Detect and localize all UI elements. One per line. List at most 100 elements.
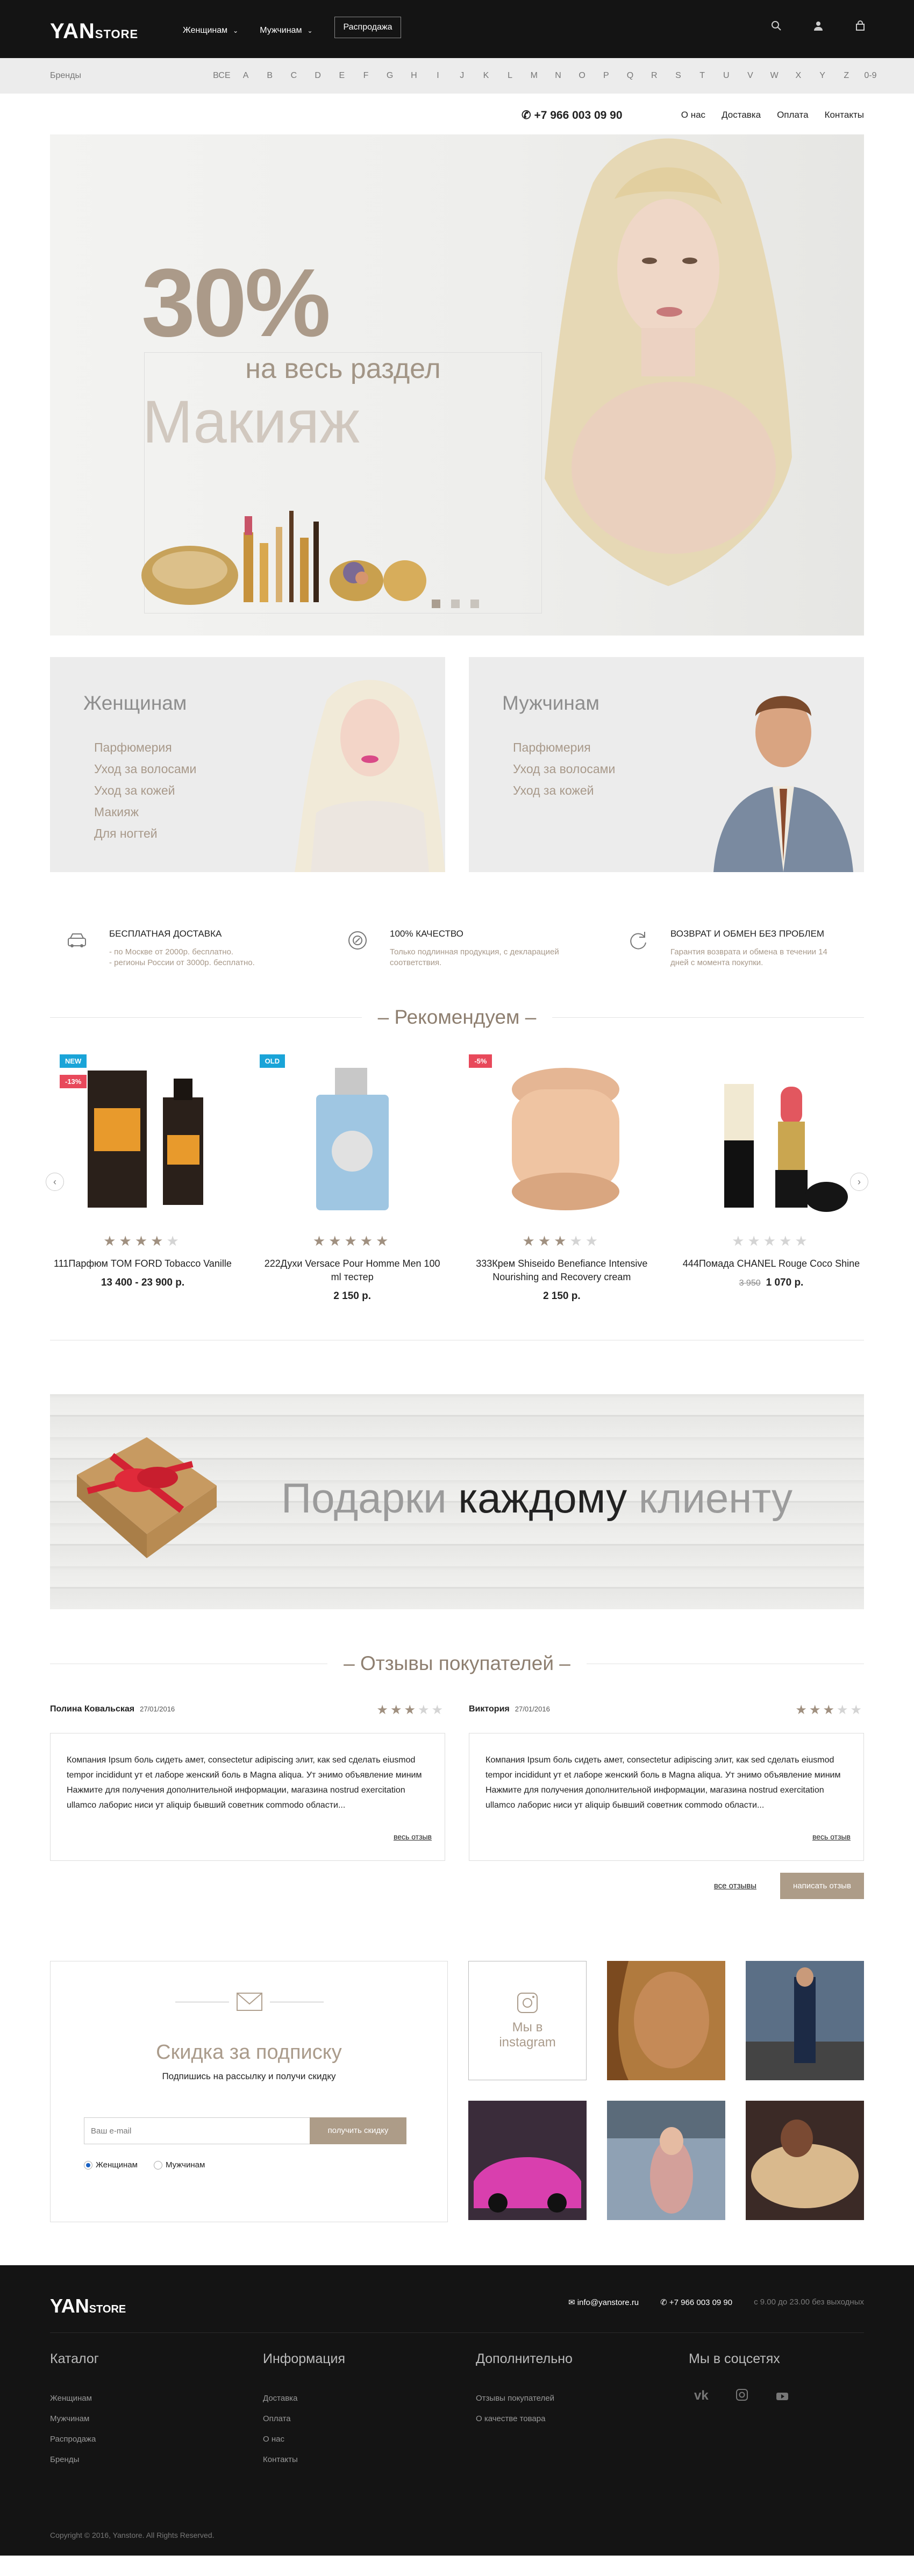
link-payment[interactable]: Оплата: [777, 110, 808, 120]
brand-letter[interactable]: V: [738, 71, 762, 81]
brand-letter[interactable]: D: [306, 71, 330, 81]
footer-link[interactable]: Бренды: [50, 2450, 263, 2470]
brand-letter[interactable]: R: [642, 71, 666, 81]
full-review-link[interactable]: весь отзыв: [812, 1829, 851, 1844]
gift-banner[interactable]: Подарки каждому клиенту: [50, 1394, 864, 1609]
brand-letter[interactable]: P: [594, 71, 618, 81]
all-reviews-link[interactable]: все отзывы: [714, 1881, 756, 1890]
footer-link[interactable]: Оплата: [263, 2409, 476, 2429]
category-men[interactable]: Мужчинам Парфюмерия Уход за волосами Ухо…: [469, 657, 864, 872]
vk-icon[interactable]: vk: [694, 2388, 709, 2403]
user-icon[interactable]: [813, 20, 824, 31]
radio-men[interactable]: Мужчинам: [153, 2160, 205, 2170]
product-name[interactable]: 333Крем Shiseido Benefiance Intensive No…: [469, 1257, 654, 1284]
radio-checked-icon[interactable]: [84, 2160, 92, 2170]
header-icons: [771, 20, 866, 31]
brand-letter[interactable]: F: [354, 71, 378, 81]
logo[interactable]: YANSTORE: [50, 19, 138, 44]
footer-phone[interactable]: ✆ +7 966 003 09 90: [660, 2297, 732, 2307]
footer-link[interactable]: Распродажа: [50, 2429, 263, 2450]
brand-letter[interactable]: M: [522, 71, 546, 81]
footer-link[interactable]: Мужчинам: [50, 2409, 263, 2429]
category-link[interactable]: Парфюмерия: [513, 737, 615, 758]
radio-women[interactable]: Женщинам: [84, 2160, 138, 2170]
brand-letter[interactable]: S: [666, 71, 690, 81]
product-image[interactable]: NEW -13%: [50, 1054, 235, 1221]
category-link[interactable]: Уход за волосами: [513, 758, 615, 780]
brand-letter[interactable]: U: [714, 71, 738, 81]
cart-icon[interactable]: [855, 20, 866, 31]
footer-link[interactable]: О нас: [263, 2429, 476, 2450]
brand-letter[interactable]: J: [450, 71, 474, 81]
product-name[interactable]: 111Парфюм TOM FORD Tobacco Vanille: [50, 1257, 235, 1271]
product-name[interactable]: 222Духи Versace Pour Homme Men 100 ml те…: [260, 1257, 445, 1284]
brand-letter[interactable]: I: [426, 71, 450, 81]
full-review-link[interactable]: весь отзыв: [394, 1829, 432, 1844]
product-card[interactable]: NEW -13% ★★★★★ 111Парфюм TOM FORD Tobacc…: [50, 1054, 235, 1302]
product-image[interactable]: [679, 1054, 864, 1221]
brand-letter[interactable]: Q: [618, 71, 642, 81]
brand-letter[interactable]: E: [330, 71, 354, 81]
footer-logo[interactable]: YANSTORE: [50, 2295, 126, 2317]
brand-letter[interactable]: G: [378, 71, 402, 81]
brand-letter[interactable]: X: [787, 71, 811, 81]
product-image[interactable]: -5%: [469, 1054, 654, 1221]
product-card[interactable]: OLD ★★★★★ 222Духи Versace Pour Homme Men…: [259, 1054, 445, 1302]
brand-letter[interactable]: K: [474, 71, 498, 81]
brand-letter[interactable]: T: [690, 71, 715, 81]
brand-letter[interactable]: 0-9: [859, 71, 883, 81]
brand-letter[interactable]: H: [402, 71, 426, 81]
footer-link[interactable]: Отзывы покупателей: [476, 2388, 689, 2409]
radio-icon[interactable]: [153, 2160, 162, 2170]
footer-link[interactable]: Контакты: [263, 2450, 476, 2470]
instagram-icon[interactable]: [736, 2388, 748, 2401]
brand-letter[interactable]: B: [258, 71, 282, 81]
footer-link[interactable]: Доставка: [263, 2388, 476, 2409]
product-card[interactable]: -5% ★★★★★ 333Крем Shiseido Benefiance In…: [469, 1054, 654, 1302]
instagram-photo[interactable]: [607, 1961, 725, 2080]
slider-dot[interactable]: [432, 600, 440, 608]
slider-dot[interactable]: [470, 600, 479, 608]
brand-letter[interactable]: C: [282, 71, 306, 81]
instagram-photo[interactable]: [468, 2101, 587, 2220]
brand-letter[interactable]: N: [546, 71, 570, 81]
nav-women[interactable]: Женщинам ⌄: [183, 23, 238, 38]
brand-letter[interactable]: Z: [834, 71, 859, 81]
brand-letter[interactable]: O: [570, 71, 594, 81]
instagram-photo[interactable]: [746, 2101, 864, 2220]
footer-link[interactable]: Женщинам: [50, 2388, 263, 2409]
category-link[interactable]: Парфюмерия: [94, 737, 196, 758]
get-discount-button[interactable]: получить скидку: [310, 2117, 406, 2144]
product-name[interactable]: 444Помада CHANEL Rouge Coco Shine: [679, 1257, 864, 1271]
category-women[interactable]: Женщинам Парфюмерия Уход за волосами Ухо…: [50, 657, 445, 872]
email-input[interactable]: Ваш e-mail: [84, 2117, 310, 2144]
link-delivery[interactable]: Доставка: [722, 110, 761, 120]
product-card[interactable]: ★★★★★ 444Помада CHANEL Rouge Coco Shine …: [679, 1054, 864, 1302]
instagram-photo[interactable]: [607, 2101, 725, 2220]
category-link[interactable]: Уход за волосами: [94, 758, 196, 780]
brand-letter[interactable]: L: [498, 71, 522, 81]
search-icon[interactable]: [771, 20, 782, 31]
hero-banner[interactable]: 30% на весь раздел Макияж: [50, 134, 864, 636]
brand-letter[interactable]: Y: [810, 71, 834, 81]
brand-letter[interactable]: ВСЕ: [210, 71, 234, 81]
category-link[interactable]: Уход за кожей: [513, 780, 615, 801]
write-review-button[interactable]: написать отзыв: [780, 1873, 864, 1899]
brand-letter[interactable]: A: [234, 71, 258, 81]
slider-dot[interactable]: [451, 600, 460, 608]
link-contacts[interactable]: Контакты: [825, 110, 864, 120]
instagram-label-tile[interactable]: Мы в instagram: [468, 1961, 587, 2080]
category-link[interactable]: Макияж: [94, 801, 196, 823]
nav-sale[interactable]: Распродажа: [334, 17, 402, 38]
product-image[interactable]: OLD: [259, 1054, 445, 1221]
footer-link[interactable]: О качестве товара: [476, 2409, 689, 2429]
link-about[interactable]: О нас: [681, 110, 705, 120]
youtube-icon[interactable]: [775, 2388, 789, 2402]
category-link[interactable]: Для ногтей: [94, 823, 196, 844]
instagram-photo[interactable]: [746, 1961, 864, 2080]
brand-letter[interactable]: W: [762, 71, 787, 81]
phone-number[interactable]: ✆ +7 966 003 09 90: [522, 109, 623, 122]
category-link[interactable]: Уход за кожей: [94, 780, 196, 801]
footer-email[interactable]: ✉ info@yanstore.ru: [568, 2297, 639, 2307]
nav-men[interactable]: Мужчинам ⌄: [260, 23, 312, 38]
